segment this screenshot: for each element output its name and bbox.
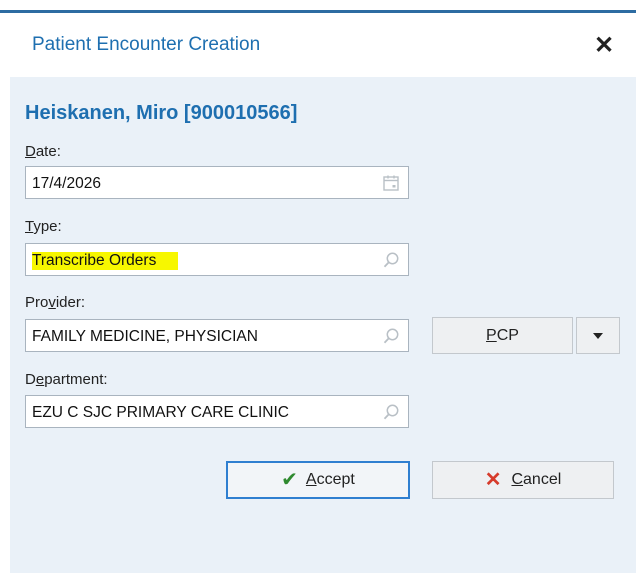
- checkmark-icon: ✔: [281, 469, 298, 491]
- dialog-title: Patient Encounter Creation: [32, 34, 261, 55]
- type-label: Type:: [25, 218, 62, 235]
- chevron-down-icon: [593, 332, 603, 339]
- pcp-button[interactable]: P CP: [432, 317, 573, 354]
- date-value: 17/4/2026: [32, 175, 101, 192]
- patient-header: Heiskanen, Miro [900010566]: [25, 102, 298, 124]
- department-value: EZU C SJC PRIMARY CARE CLINIC: [32, 404, 289, 421]
- calendar-icon[interactable]: [382, 174, 400, 192]
- department-field[interactable]: EZU C SJC PRIMARY CARE CLINIC: [25, 395, 409, 428]
- date-label: Date:: [25, 143, 61, 160]
- provider-field[interactable]: FAMILY MEDICINE, PHYSICIAN: [25, 319, 409, 352]
- department-label: Department:: [25, 371, 108, 388]
- pcp-dropdown-button[interactable]: [576, 317, 620, 354]
- search-icon[interactable]: [382, 327, 400, 345]
- search-icon[interactable]: [382, 403, 400, 421]
- accept-button[interactable]: ✔ Accept: [226, 461, 410, 499]
- type-field[interactable]: Transcribe Orders: [25, 243, 409, 276]
- provider-label: Provider:: [25, 294, 86, 311]
- search-icon[interactable]: [382, 251, 400, 269]
- type-value: Transcribe Orders: [32, 252, 179, 270]
- x-icon: ✕: [484, 469, 502, 491]
- cancel-button[interactable]: ✕ Cancel: [432, 461, 614, 499]
- provider-value: FAMILY MEDICINE, PHYSICIAN: [32, 328, 258, 345]
- close-icon[interactable]: ✕: [590, 30, 618, 60]
- date-field[interactable]: 17/4/2026: [25, 166, 409, 199]
